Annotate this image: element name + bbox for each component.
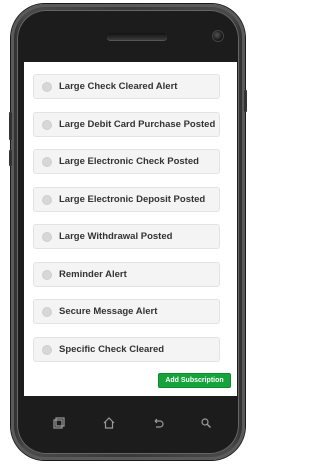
subscription-item[interactable]: Large Check Cleared Alert bbox=[33, 74, 220, 99]
subscription-label: Large Debit Card Purchase Posted bbox=[59, 118, 216, 130]
subscription-item[interactable]: Large Electronic Deposit Posted bbox=[33, 186, 220, 212]
subscription-item[interactable]: Large Electronic Check Posted bbox=[33, 149, 220, 174]
subscription-label: Reminder Alert bbox=[59, 268, 127, 280]
subscription-label: Large Withdrawal Posted bbox=[59, 231, 173, 242]
phone-screen: Large Check Cleared Alert Large Debit Ca… bbox=[24, 62, 237, 396]
volume-button[interactable] bbox=[9, 112, 12, 140]
radio-button[interactable] bbox=[42, 307, 52, 317]
subscription-label: Large Check Cleared Alert bbox=[59, 81, 178, 92]
search-icon[interactable] bbox=[199, 416, 213, 430]
radio-button[interactable] bbox=[42, 269, 52, 280]
radio-button[interactable] bbox=[42, 194, 52, 205]
front-camera bbox=[213, 31, 223, 41]
power-button[interactable] bbox=[244, 90, 247, 112]
speaker-grille bbox=[107, 33, 167, 40]
radio-button[interactable] bbox=[42, 232, 52, 242]
radio-button[interactable] bbox=[42, 157, 52, 167]
subscription-item[interactable]: Secure Message Alert bbox=[33, 299, 220, 324]
radio-button[interactable] bbox=[42, 119, 52, 130]
subscription-item[interactable]: Large Debit Card Purchase Posted bbox=[33, 111, 220, 137]
back-icon[interactable] bbox=[151, 416, 165, 430]
radio-button[interactable] bbox=[42, 82, 52, 92]
subscription-label: Specific Check Cleared bbox=[59, 343, 165, 355]
volume-button-secondary[interactable] bbox=[9, 150, 12, 166]
radio-button[interactable] bbox=[42, 344, 52, 355]
recent-apps-icon[interactable] bbox=[52, 416, 66, 430]
subscription-list: Large Check Cleared Alert Large Debit Ca… bbox=[33, 74, 220, 374]
android-nav-bar bbox=[24, 396, 237, 454]
add-subscription-button[interactable]: Add Subscription bbox=[158, 373, 231, 388]
subscription-item[interactable]: Large Withdrawal Posted bbox=[33, 224, 220, 249]
subscription-item[interactable]: Reminder Alert bbox=[33, 261, 220, 287]
home-icon[interactable] bbox=[102, 416, 116, 430]
subscription-item[interactable]: Specific Check Cleared bbox=[33, 336, 220, 362]
subscription-label: Large Electronic Deposit Posted bbox=[59, 193, 206, 205]
subscription-label: Secure Message Alert bbox=[59, 306, 158, 317]
subscription-label: Large Electronic Check Posted bbox=[59, 156, 199, 167]
